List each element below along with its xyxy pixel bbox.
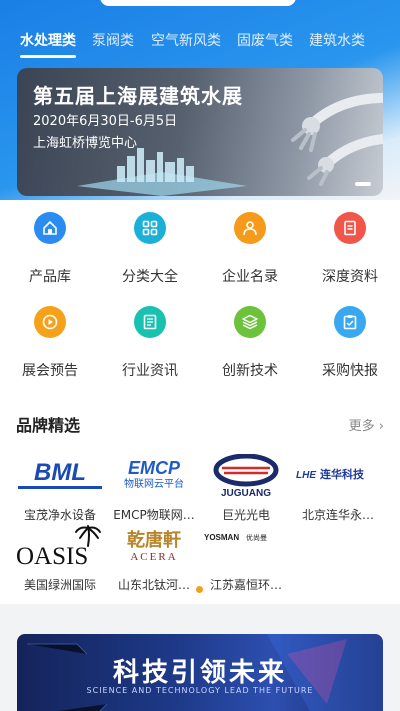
banner-date: 2020年6月30日-6月5日 xyxy=(33,114,178,129)
grid-label: 采购快报 xyxy=(322,363,378,379)
brand-logo-acera: 乾唐軒 ACERA xyxy=(127,529,181,563)
promo-subtitle: SCIENCE AND TECHNOLOGY LEAD THE FUTURE xyxy=(86,686,314,695)
brand-name: 山东北钛河… xyxy=(117,578,190,592)
brand-item[interactable]: OASIS 美国绿洲国际 xyxy=(14,524,106,616)
banner-title: 第五届上海展建筑水展 xyxy=(33,84,243,108)
brand-item[interactable]: LHE 连华科技 北京连华永… xyxy=(292,454,384,546)
exhibition-banner[interactable]: 第五届上海展建筑水展 2020年6月30日-6月5日 上海虹桥博览中心 xyxy=(17,68,383,196)
svg-text:连华科技: 连华科技 xyxy=(320,467,365,481)
svg-text:乾唐軒: 乾唐軒 xyxy=(127,529,181,551)
brand-name: EMCP物联网… xyxy=(113,508,195,522)
grid-item-categories[interactable]: 分类大全 xyxy=(100,200,200,294)
brand-item[interactable]: YOSMAN 优尚曼 江苏嘉恒环… xyxy=(200,524,292,616)
tab-water-treatment[interactable]: 水处理类 xyxy=(20,30,76,50)
clipboard-icon xyxy=(334,306,366,338)
grid-item-innovation[interactable]: 创新技术 xyxy=(200,294,300,388)
brand-logo-lianhua: LHE 连华科技 xyxy=(296,467,365,481)
svg-text:ACERA: ACERA xyxy=(130,551,177,563)
header-background: 水处理类 泵阀类 空气新风类 固废气类 建筑水类 第五届上海展建筑水展 2020… xyxy=(0,0,400,200)
brand-logo-oasis: OASIS xyxy=(16,525,101,570)
home-icon xyxy=(34,212,66,244)
brand-logo-yosman: YOSMAN 优尚曼 xyxy=(204,533,267,542)
brand-logo-juguang: JUGUANG xyxy=(213,454,279,499)
svg-text:优尚曼: 优尚曼 xyxy=(246,533,267,542)
brand-name: 北京连华永… xyxy=(301,508,374,522)
category-tabs: 水处理类 泵阀类 空气新风类 固废气类 建筑水类 xyxy=(0,30,400,60)
grid-item-industry-news[interactable]: 行业资讯 xyxy=(100,294,200,388)
carousel-indicator xyxy=(355,182,371,186)
svg-text:EMCP: EMCP xyxy=(128,458,181,478)
grid-item-procurement[interactable]: 采购快报 xyxy=(300,294,400,388)
brand-item[interactable]: 乾唐軒 ACERA 山东北钛河… xyxy=(108,524,200,616)
grid-label: 展会预告 xyxy=(22,363,78,379)
company-icon xyxy=(234,212,266,244)
banner-venue: 上海虹桥博览中心 xyxy=(33,136,138,151)
section-title: 品牌精选 xyxy=(16,416,81,435)
promo-banner[interactable]: 科技引领未来 SCIENCE AND TECHNOLOGY LEAD THE F… xyxy=(17,634,383,711)
play-icon xyxy=(34,306,66,338)
brand-page-indicator xyxy=(196,586,203,593)
svg-text:物联网云平台: 物联网云平台 xyxy=(124,477,184,490)
tab-air-ventilation[interactable]: 空气新风类 xyxy=(151,30,221,50)
tab-building-water[interactable]: 建筑水类 xyxy=(309,30,365,50)
svg-text:OASIS: OASIS xyxy=(16,543,88,570)
grid-label: 分类大全 xyxy=(122,269,178,285)
grid-label: 深度资料 xyxy=(322,269,378,285)
more-link[interactable]: 更多 › xyxy=(349,415,384,434)
brand-logo-emcp: EMCP 物联网云平台 xyxy=(124,458,184,490)
grid-label: 创新技术 xyxy=(222,363,278,379)
feature-grid: 产品库 分类大全 企业名录 深度资料 展会预告 行业资讯 创新技术 采购快报 xyxy=(0,200,400,388)
svg-text:YOSMAN: YOSMAN xyxy=(204,533,239,542)
grid-item-company-directory[interactable]: 企业名录 xyxy=(200,200,300,294)
tab-pumps-valves[interactable]: 泵阀类 xyxy=(92,30,134,50)
svg-text:JUGUANG: JUGUANG xyxy=(221,488,271,499)
grid-label: 行业资讯 xyxy=(122,363,178,379)
brand-name: 巨光光电 xyxy=(221,508,270,522)
svg-text:BML: BML xyxy=(34,459,86,486)
grid-item-product-library[interactable]: 产品库 xyxy=(0,200,100,294)
grid-label: 企业名录 xyxy=(222,269,278,285)
grid-item-in-depth-data[interactable]: 深度资料 xyxy=(300,200,400,294)
brand-name: 美国绿洲国际 xyxy=(23,578,96,592)
tab-solid-waste[interactable]: 固废气类 xyxy=(237,30,293,50)
grid-label: 产品库 xyxy=(29,269,71,285)
category-icon xyxy=(134,212,166,244)
search-bar[interactable] xyxy=(100,0,296,6)
promo-title: 科技引领未来 xyxy=(112,658,287,688)
news-icon xyxy=(134,306,166,338)
document-icon xyxy=(334,212,366,244)
svg-text:LHE: LHE xyxy=(296,470,316,481)
brand-name: 宝茂净水设备 xyxy=(23,508,96,522)
layers-icon xyxy=(234,306,266,338)
brand-logo-bml: BML xyxy=(18,459,102,489)
active-tab-indicator xyxy=(20,55,76,58)
brand-section: 品牌精选 更多 › BML 宝茂净水设备 EMCP 物联网云平台 EMCP物联网… xyxy=(0,388,400,604)
grid-item-exhibition-preview[interactable]: 展会预告 xyxy=(0,294,100,388)
brand-name: 江苏嘉恒环… xyxy=(209,578,282,592)
